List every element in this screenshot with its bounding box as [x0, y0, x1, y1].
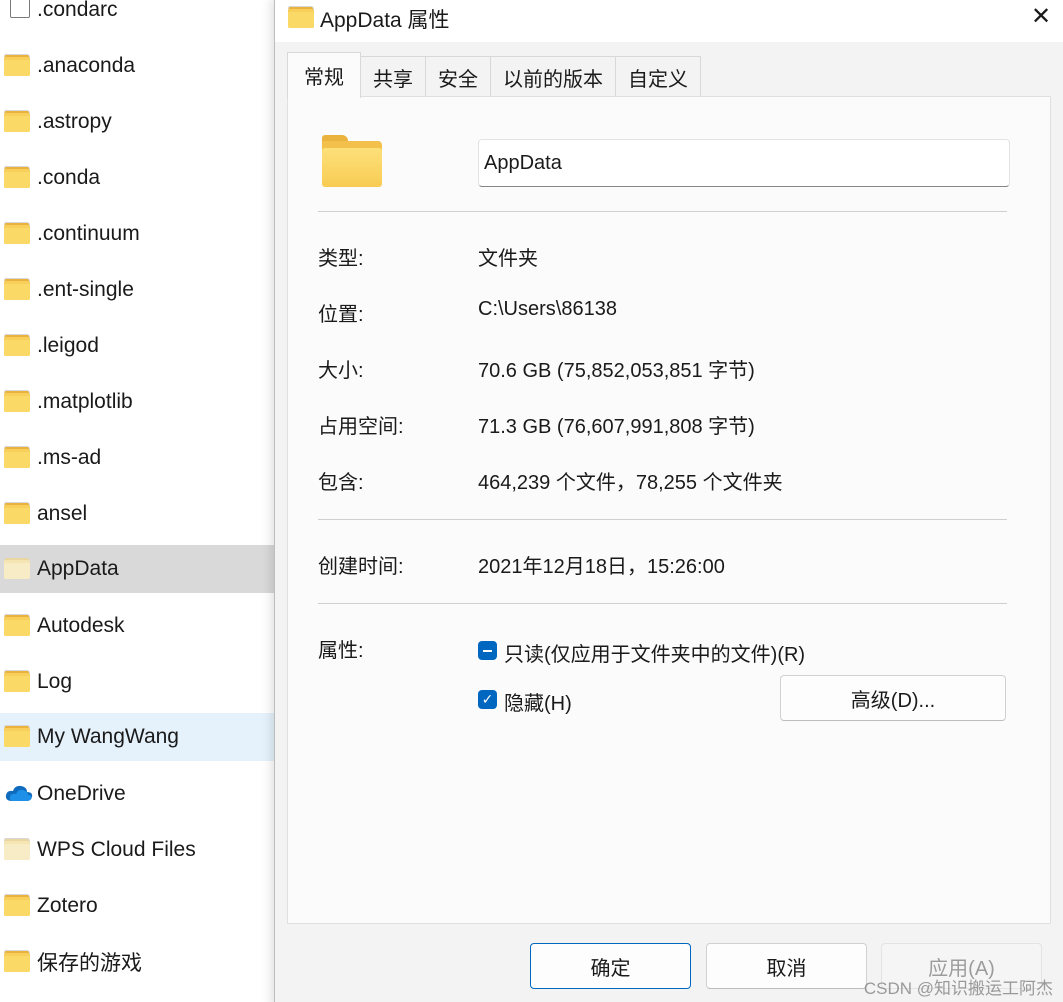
folder-name: My WangWang	[37, 725, 179, 748]
file-row[interactable]: .condarc	[0, 0, 290, 34]
folder-row[interactable]: .anaconda	[0, 42, 290, 90]
dialog-title: AppData 属性	[320, 9, 450, 32]
folder-name: AppData	[37, 557, 119, 580]
file-list: .condarc .anaconda .astropy .conda .cont…	[0, 0, 290, 1002]
divider	[318, 603, 1007, 604]
general-panel: 类型: 文件夹 位置: C:\Users\86138 大小: 70.6 GB (…	[287, 96, 1051, 924]
created-value: 2021年12月18日，15:26:00	[478, 556, 725, 578]
divider	[318, 211, 1007, 212]
contains-label: 包含:	[318, 472, 364, 494]
type-value: 文件夹	[478, 248, 538, 270]
folder-row[interactable]: .leigod	[0, 322, 290, 370]
cloud-icon	[4, 782, 33, 804]
folder-row-selected[interactable]: AppData	[0, 545, 290, 593]
folder-name: .conda	[37, 166, 101, 189]
watermark: CSDN @知识搬运工阿杰	[863, 979, 1053, 998]
folder-row[interactable]: 保存的游戏	[0, 938, 290, 986]
created-label: 创建时间:	[318, 556, 404, 578]
attributes-label: 属性:	[318, 640, 364, 662]
folder-icon	[4, 390, 30, 412]
folder-row-hovered[interactable]: My WangWang	[0, 713, 290, 761]
hidden-checkbox[interactable]: ✓	[478, 690, 497, 709]
tab-previous-versions[interactable]: 以前的版本	[490, 56, 616, 98]
folder-name-input[interactable]	[478, 139, 1010, 187]
folder-row[interactable]: Log	[0, 658, 290, 706]
divider	[318, 519, 1007, 520]
folder-icon	[4, 110, 30, 132]
folder-icon	[4, 950, 30, 972]
folder-name: .continuum	[37, 222, 140, 245]
file-icon	[4, 0, 30, 20]
folder-icon	[288, 6, 314, 28]
folder-row[interactable]: .conda	[0, 154, 290, 202]
folder-name: Autodesk	[37, 614, 125, 637]
folder-name: .leigod	[37, 334, 99, 357]
contains-value: 464,239 个文件，78,255 个文件夹	[478, 472, 783, 494]
folder-row[interactable]: Autodesk	[0, 602, 290, 650]
folder-row[interactable]: OneDrive	[0, 770, 290, 818]
folder-icon	[4, 222, 30, 244]
advanced-button[interactable]: 高级(D)...	[780, 675, 1006, 721]
folder-name: .astropy	[37, 110, 112, 133]
folder-row[interactable]: .ent-single	[0, 266, 290, 314]
ok-button[interactable]: 确定	[530, 943, 691, 989]
folder-name: ansel	[37, 502, 88, 525]
type-label: 类型:	[318, 248, 364, 270]
location-value: C:\Users\86138	[478, 298, 617, 320]
dialog-titlebar[interactable]: AppData 属性 ✕	[275, 0, 1063, 42]
properties-dialog: AppData 属性 ✕ 常规 共享 安全 以前的版本 自定义 类型: 文件夹 …	[274, 0, 1063, 1002]
folder-icon	[322, 135, 382, 187]
folder-name: .anaconda	[37, 54, 136, 77]
folder-name: Zotero	[37, 894, 98, 917]
folder-name: .matplotlib	[37, 390, 133, 413]
folder-icon	[4, 894, 30, 916]
disk-size-value: 71.3 GB (76,607,991,808 字节)	[478, 416, 755, 438]
file-name: .condarc	[37, 0, 118, 21]
folder-row[interactable]: .ms-ad	[0, 434, 290, 482]
folder-icon	[4, 502, 30, 524]
folder-name: .ms-ad	[37, 446, 102, 469]
folder-name: OneDrive	[37, 782, 126, 805]
folder-icon	[4, 614, 30, 636]
tab-sharing[interactable]: 共享	[360, 56, 426, 98]
folder-row[interactable]: Zotero	[0, 882, 290, 930]
folder-icon	[4, 446, 30, 468]
folder-icon	[4, 838, 30, 860]
size-value: 70.6 GB (75,852,053,851 字节)	[478, 360, 755, 382]
folder-icon	[4, 54, 30, 76]
folder-icon	[4, 334, 30, 356]
folder-row[interactable]: ansel	[0, 490, 290, 538]
folder-icon	[4, 670, 30, 692]
tab-bar: 常规 共享 安全 以前的版本 自定义	[287, 52, 701, 98]
folder-row[interactable]: WPS Cloud Files	[0, 826, 290, 874]
folder-icon	[4, 278, 30, 300]
folder-name: 保存的游戏	[37, 952, 142, 975]
folder-name: .ent-single	[37, 278, 134, 301]
size-label: 大小:	[318, 360, 364, 382]
folder-name: Log	[37, 670, 73, 693]
disk-size-label: 占用空间:	[318, 416, 404, 438]
close-icon[interactable]: ✕	[1018, 0, 1063, 34]
folder-row[interactable]: .astropy	[0, 98, 290, 146]
hidden-label[interactable]: 隐藏(H)	[504, 687, 572, 716]
tab-general[interactable]: 常规	[287, 52, 361, 98]
folder-icon	[4, 725, 30, 747]
tab-security[interactable]: 安全	[425, 56, 491, 98]
location-label: 位置:	[318, 304, 364, 326]
folder-name: WPS Cloud Files	[37, 838, 196, 861]
readonly-checkbox[interactable]	[478, 641, 497, 660]
cancel-button[interactable]: 取消	[706, 943, 867, 989]
readonly-label[interactable]: 只读(仅应用于文件夹中的文件)(R)	[504, 638, 805, 667]
folder-icon	[4, 557, 30, 579]
folder-row[interactable]: .matplotlib	[0, 378, 290, 426]
folder-row[interactable]: .continuum	[0, 210, 290, 258]
tab-customize[interactable]: 自定义	[615, 56, 701, 98]
folder-icon	[4, 166, 30, 188]
